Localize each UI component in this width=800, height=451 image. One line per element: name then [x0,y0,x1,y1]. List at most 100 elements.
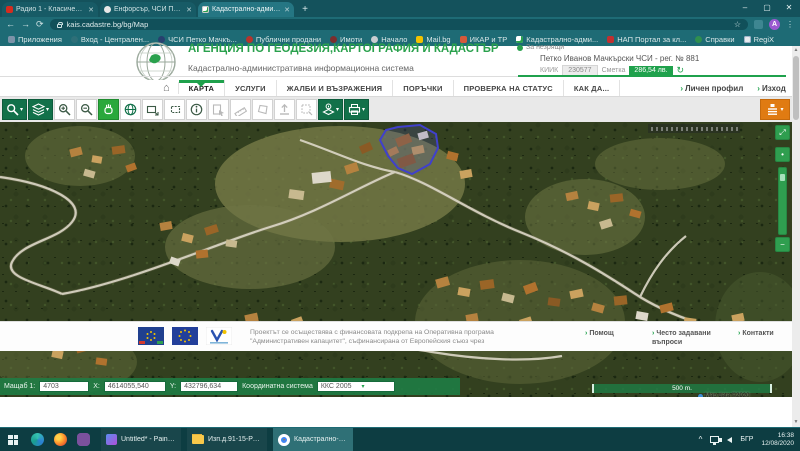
scroll-up-icon[interactable]: ▲ [792,46,800,55]
desktop-screen: Радио 1 - Класическите хит ✕ Енфорсър, Ч… [0,0,800,451]
paint3d-icon [106,434,117,445]
nav-item-kakda[interactable]: КАК ДА... [564,80,620,96]
pan-hand-icon [102,103,115,116]
x-label: X: [93,383,100,390]
network-icon[interactable] [710,436,719,443]
footer-link-help[interactable]: ›Помощ [585,329,614,338]
legend-tool-button[interactable]: ▾ [318,99,343,120]
bookmark-favicon [246,36,253,43]
user-name: Петко Иванов Мачкърски ЧСИ - рег. № 881 [540,54,699,63]
export-tool-button[interactable] [274,99,295,120]
info-icon [190,103,203,116]
pan-tool-button[interactable] [98,99,119,120]
browser-tab-kais[interactable]: Кадастрално-административн ✕ [198,2,294,17]
zoom-out-button[interactable] [76,99,97,120]
y-coordinate-input[interactable] [180,381,238,392]
back-icon[interactable]: ← [6,18,15,31]
nav-item-proverka[interactable]: ПРОВЕРКА НА СТАТУС [454,80,564,96]
menu-icon [766,103,779,116]
footer-link-faq[interactable]: ›Често задавани въпроси [652,329,726,347]
profile-avatar[interactable]: A [769,19,780,30]
scale-input[interactable] [39,381,89,392]
measure-tool-button[interactable] [230,99,251,120]
nav-item-uslugi[interactable]: УСЛУГИ [225,80,277,96]
previous-extent-button[interactable] [142,99,163,120]
x-coordinate-input[interactable] [104,381,166,392]
enforcer-favicon [104,6,111,13]
bookmark-regix[interactable]: RegiX [744,35,774,44]
full-extent-button[interactable] [120,99,141,120]
logout-link[interactable]: ›Изход [757,84,786,93]
zoom-slider[interactable] [778,167,787,235]
volume-icon[interactable] [727,437,732,443]
firefox-icon[interactable] [54,433,67,446]
profile-link[interactable]: ›Личен профил [680,84,743,93]
scroll-down-icon[interactable]: ▼ [792,418,800,427]
accessibility-link[interactable]: За незрящи [517,44,564,51]
taskbar-app-folder[interactable]: Изп.д.91-15-Рейтън [187,428,267,451]
map-viewport[interactable]: ⤢ • − Мащаб 1: X: Y: Координатна система… [0,122,792,397]
window-controls: – ▢ ✕ [734,0,800,16]
hidden-icons-chevron[interactable]: ^ [699,435,703,444]
taskbar-app-chrome[interactable]: Кадастрално-адми... [273,428,353,451]
bookmark-spravki[interactable]: Справки [695,35,734,44]
nav-item-zhalbi[interactable]: ЖАЛБИ И ВЪЗРАЖЕНИЯ [277,80,394,96]
polygon-tool-button[interactable] [252,99,273,120]
close-button[interactable]: ✕ [778,0,800,16]
crs-select[interactable]: ККС 2005▾ [317,381,395,392]
next-extent-button[interactable] [164,99,185,120]
extension-icon[interactable] [754,20,763,29]
map-menu-button[interactable]: ▾ [760,99,790,120]
minimize-button[interactable]: – [734,0,756,16]
tray-time: 16:38 [761,432,794,440]
refresh-balance-icon[interactable]: ↻ [677,66,685,75]
tab-close-icon[interactable]: ✕ [186,6,192,14]
zoom-slider-handle[interactable] [780,174,785,181]
info-tool-button[interactable] [186,99,207,120]
forward-icon[interactable]: → [21,18,30,31]
search-icon [6,103,19,116]
page-scrollbar[interactable]: ▲ ▼ [792,46,800,427]
select-region-button[interactable] [296,99,317,120]
footer-link-contacts[interactable]: ›Контакти [738,329,774,338]
url-field[interactable]: kais.cadastre.bg/bg/Map ☆ [50,19,748,30]
bookmark-apps[interactable]: Приложения [8,35,62,44]
scrollbar-thumb[interactable] [793,56,799,120]
new-tab-button[interactable]: + [298,3,312,17]
zoom-in-button[interactable] [54,99,75,120]
reload-icon[interactable]: ⟳ [36,18,44,31]
satellite-map-image[interactable] [0,122,792,397]
bookmark-favicon [460,36,467,43]
browser-tab-radio[interactable]: Радио 1 - Класическите хит ✕ [2,2,98,17]
nav-item-porachki[interactable]: ПОРЪЧКИ [393,80,453,96]
print-tool-button[interactable]: ▾ [344,99,369,120]
start-button[interactable] [0,435,26,445]
agency-globe-logo [132,40,180,84]
ruler-icon [234,103,247,116]
url-text[interactable]: kais.cadastre.bg/bg/Map [67,20,149,29]
nav-item-karta[interactable]: КАРТА [179,80,225,96]
bookmark-nap[interactable]: НАП Портал за кл... [607,35,686,44]
identify-tool-button[interactable] [208,99,229,120]
locate-button[interactable]: • [775,147,790,162]
fullscreen-button[interactable]: ⤢ [775,125,790,140]
layers-tool-button[interactable]: ▾ [28,99,53,120]
chevron-right-icon: › [680,84,683,93]
home-icon[interactable]: ⌂ [155,82,179,94]
maximize-button[interactable]: ▢ [756,0,778,16]
zoom-out-slider-button[interactable]: − [775,237,790,252]
viber-icon[interactable] [77,433,90,446]
tab-close-icon[interactable]: ✕ [284,6,290,14]
browser-menu-icon[interactable]: ⋮ [786,20,794,29]
taskbar-app-paint3d[interactable]: Untitled* - Paint 3D [101,428,181,451]
taskbar-clock[interactable]: 16:38 12/08/2020 [761,432,794,448]
bookmark-star-icon[interactable]: ☆ [734,20,741,29]
tab-close-icon[interactable]: ✕ [88,6,94,14]
bookmark-favicon [516,36,523,43]
browser-tab-enforcer[interactable]: Енфорсър, ЧСИ Петко Мачкъ ✕ [100,2,196,17]
eu-flag [172,327,198,345]
bookmark-kais[interactable]: Кадастрално-адми... [516,35,598,44]
language-indicator[interactable]: БГР [740,436,753,443]
search-tool-button[interactable]: ▾ [2,99,27,120]
edge-icon[interactable] [31,433,44,446]
